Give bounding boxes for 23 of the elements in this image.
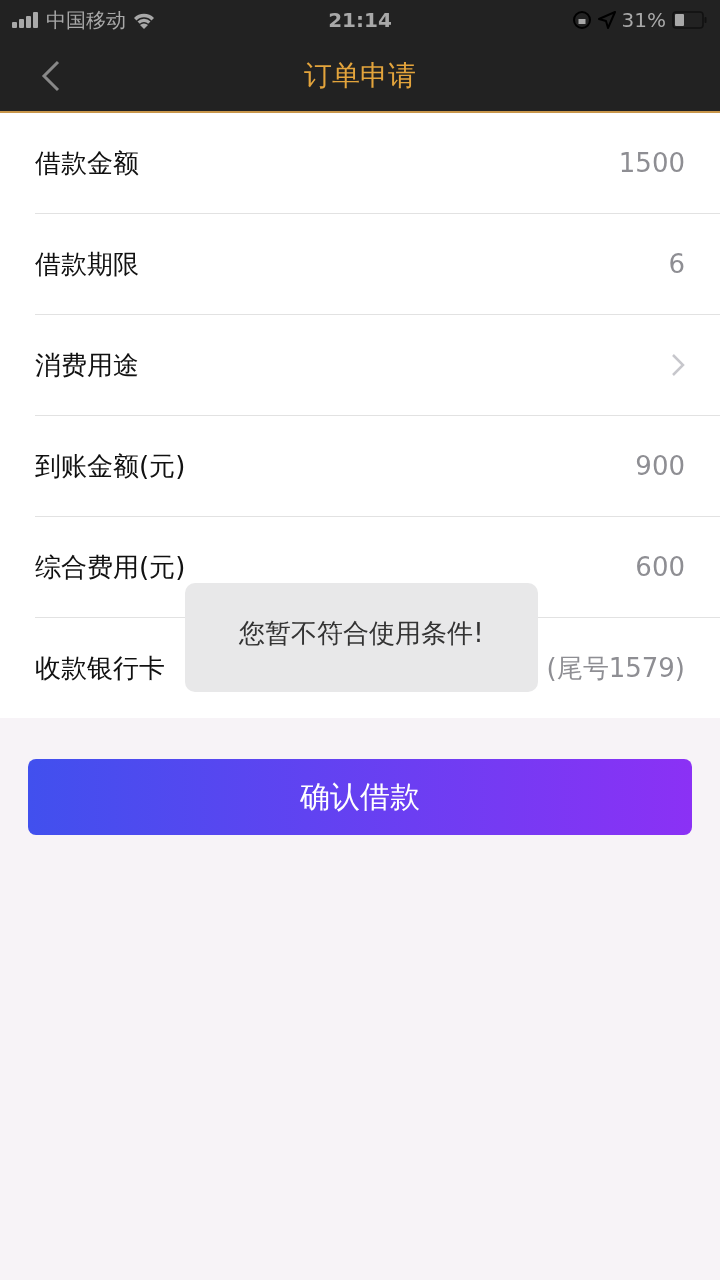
wifi-icon xyxy=(132,11,156,29)
field-label: 借款金额 xyxy=(35,146,140,180)
field-label: 到账金额(元) xyxy=(35,449,187,483)
field-value: 900 xyxy=(635,451,685,481)
field-label: 综合费用(元) xyxy=(35,550,187,584)
back-icon[interactable] xyxy=(40,60,62,92)
page-title: 订单申请 xyxy=(304,57,416,94)
status-time: 21:14 xyxy=(328,8,392,32)
field-value: 6 xyxy=(668,249,685,279)
location-icon xyxy=(597,11,616,29)
carrier-name: 中国移动 xyxy=(46,6,126,34)
confirm-loan-button[interactable]: 确认借款 xyxy=(28,759,692,835)
signal-icon xyxy=(12,12,40,28)
battery-icon xyxy=(672,11,708,29)
field-value: 1500 xyxy=(618,148,685,178)
field-label: 收款银行卡 xyxy=(35,651,166,685)
field-label: 消费用途 xyxy=(35,348,140,382)
toast-message: 您暂不符合使用条件! xyxy=(185,583,538,692)
field-value: (尾号1579) xyxy=(546,651,685,685)
field-value: 600 xyxy=(635,552,685,582)
rotation-lock-icon xyxy=(571,10,592,30)
battery-percent: 31% xyxy=(621,8,666,32)
field-label: 借款期限 xyxy=(35,247,140,281)
